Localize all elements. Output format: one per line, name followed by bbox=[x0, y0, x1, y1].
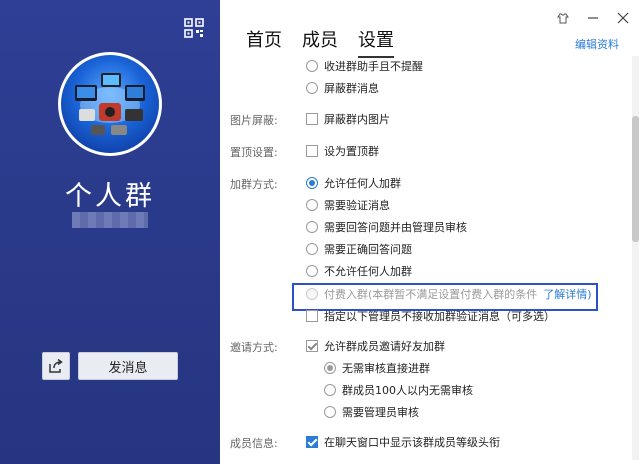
radio-join-anyone[interactable] bbox=[306, 177, 318, 189]
share-button[interactable] bbox=[42, 352, 70, 380]
pin-label: 置顶设置: bbox=[230, 146, 278, 159]
minimize-icon[interactable] bbox=[585, 10, 601, 26]
qr-code-icon[interactable] bbox=[184, 18, 204, 38]
tab-home[interactable]: 首页 bbox=[246, 26, 282, 58]
checkbox-admin-no-verify[interactable] bbox=[306, 310, 318, 322]
option-join-nobody[interactable]: 不允许任何人加群 bbox=[306, 263, 412, 279]
tab-bar: 首页 成员 设置 bbox=[246, 26, 394, 58]
option-admin-no-verify[interactable]: 指定以下管理员不接收加群验证消息（可多选） bbox=[306, 308, 555, 324]
skin-icon[interactable] bbox=[555, 10, 571, 26]
radio-block-messages[interactable] bbox=[306, 82, 318, 94]
option-label: 无需审核直接进群 bbox=[342, 362, 430, 375]
join-method-label: 加群方式: bbox=[230, 178, 278, 191]
option-allow-invite[interactable]: 允许群成员邀请好友加群 bbox=[306, 338, 445, 354]
option-label: 允许群成员邀请好友加群 bbox=[324, 340, 445, 353]
option-label: 设为置顶群 bbox=[324, 145, 379, 158]
option-label: 收进群助手且不提醒 bbox=[324, 60, 423, 73]
option-label: 需要回答问题并由管理员审核 bbox=[324, 221, 467, 234]
option-join-correct-answer[interactable]: 需要正确回答问题 bbox=[306, 241, 412, 257]
radio-join-answer-admin[interactable] bbox=[306, 221, 318, 233]
radio-join-correct-answer[interactable] bbox=[306, 243, 318, 255]
send-message-button[interactable]: 发消息 bbox=[78, 352, 178, 380]
radio-join-verify[interactable] bbox=[306, 199, 318, 211]
option-join-verify[interactable]: 需要验证消息 bbox=[306, 197, 390, 213]
invite-method-label: 邀请方式: bbox=[230, 341, 278, 354]
radio-paid-join bbox=[306, 288, 318, 300]
option-label: 需要正确回答问题 bbox=[324, 243, 412, 256]
group-avatar[interactable] bbox=[58, 52, 162, 156]
group-avatar-image bbox=[61, 55, 159, 153]
share-icon bbox=[49, 358, 63, 373]
option-label: 不允许任何人加群 bbox=[324, 265, 412, 278]
option-label: 允许任何人加群 bbox=[324, 177, 401, 190]
radio-invite-under-100[interactable] bbox=[324, 384, 336, 396]
edit-profile-link[interactable]: 编辑资料 bbox=[575, 36, 619, 52]
radio-join-nobody[interactable] bbox=[306, 265, 318, 277]
option-block-messages[interactable]: 屏蔽群消息 bbox=[306, 80, 379, 96]
group-name: 个人群 bbox=[65, 181, 155, 212]
option-label: 需要管理员审核 bbox=[342, 406, 419, 419]
option-invite-no-review[interactable]: 无需审核直接进群 bbox=[324, 360, 430, 376]
group-settings-panel: 首页 成员 设置 编辑资料 收进群助手且不提醒 屏蔽群消息 图片屏蔽: 屏蔽群内… bbox=[220, 0, 641, 464]
window-controls bbox=[555, 10, 631, 26]
checkbox-pin-group[interactable] bbox=[306, 145, 318, 157]
option-label: 群成员100人以内无需审核 bbox=[342, 384, 473, 397]
learn-more-link[interactable]: 了解详情) bbox=[543, 286, 591, 302]
option-block-images[interactable]: 屏蔽群内图片 bbox=[306, 111, 390, 127]
tab-settings[interactable]: 设置 bbox=[358, 26, 394, 58]
image-block-label: 图片屏蔽: bbox=[230, 114, 278, 127]
member-info-label: 成员信息: bbox=[230, 437, 278, 450]
radio-receive-no-remind[interactable] bbox=[306, 60, 318, 72]
option-paid-join: 付费入群(本群暂不满足设置付费入群的条件 了解详情) bbox=[306, 286, 592, 302]
group-number-redacted bbox=[72, 212, 148, 228]
option-join-anyone[interactable]: 允许任何人加群 bbox=[306, 175, 401, 191]
option-label: 指定以下管理员不接收加群验证消息（可多选） bbox=[324, 310, 555, 323]
group-profile-panel: 个人群 发消息 bbox=[0, 0, 220, 464]
option-label: 在聊天窗口中显示该群成员等级头衔 bbox=[324, 436, 500, 449]
option-receive-no-remind[interactable]: 收进群助手且不提醒 bbox=[306, 58, 423, 74]
tab-members[interactable]: 成员 bbox=[302, 26, 338, 58]
option-pin-group[interactable]: 设为置顶群 bbox=[306, 143, 379, 159]
checkbox-block-images[interactable] bbox=[306, 113, 318, 125]
checkbox-allow-invite[interactable] bbox=[306, 340, 318, 352]
radio-invite-no-review[interactable] bbox=[324, 362, 336, 374]
option-invite-under-100[interactable]: 群成员100人以内无需审核 bbox=[324, 382, 473, 398]
checkbox-show-member-level[interactable] bbox=[306, 436, 318, 448]
radio-invite-admin-review[interactable] bbox=[324, 406, 336, 418]
option-label: 付费入群(本群暂不满足设置付费入群的条件 bbox=[324, 288, 538, 301]
option-label: 需要验证消息 bbox=[324, 199, 390, 212]
option-join-answer-admin[interactable]: 需要回答问题并由管理员审核 bbox=[306, 219, 467, 235]
option-show-member-level[interactable]: 在聊天窗口中显示该群成员等级头衔 bbox=[306, 434, 500, 450]
scrollbar-thumb[interactable] bbox=[632, 116, 639, 242]
option-label: 屏蔽群内图片 bbox=[324, 113, 390, 126]
option-invite-admin-review[interactable]: 需要管理员审核 bbox=[324, 404, 419, 420]
close-icon[interactable] bbox=[615, 10, 631, 26]
option-label: 屏蔽群消息 bbox=[324, 82, 379, 95]
